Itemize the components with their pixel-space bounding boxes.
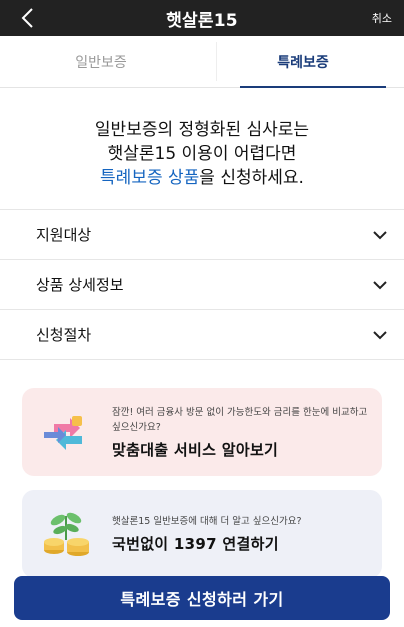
arrows-exchange-icon xyxy=(44,416,82,450)
accordion-label: 신청절차 xyxy=(36,326,92,344)
accordion-application-steps[interactable]: 신청절차 xyxy=(0,310,404,360)
tab-bar: 일반보증 특례보증 xyxy=(0,36,404,88)
cancel-button[interactable]: 취소 xyxy=(372,10,392,26)
match-loan-desc: 잠깐! 여러 금융사 방문 없이 가능한도와 금리를 한눈에 비교하고 싶으신가… xyxy=(112,406,368,433)
intro-text: 일반보증의 정형화된 심사로는 햇살론15 이용이 어렵다면 특례보증 상품을 … xyxy=(0,88,404,210)
call-title: 국번없이 1397 연결하기 xyxy=(112,535,279,553)
coin-plant-icon xyxy=(44,512,89,556)
call-card[interactable]: 햇살론15 일반보증에 대해 더 알고 싶으신가요? 국번없이 1397 연결하… xyxy=(22,490,382,578)
match-loan-card[interactable]: 잠깐! 여러 금융사 방문 없이 가능한도와 금리를 한눈에 비교하고 싶으신가… xyxy=(22,388,382,476)
page-title: 햇살론15 xyxy=(166,10,238,31)
intro-line-3: 특례보증 상품을 신청하세요. xyxy=(0,166,404,190)
match-loan-title: 맞춤대출 서비스 알아보기 xyxy=(112,440,279,459)
special-product-link[interactable]: 특례보증 상품 xyxy=(100,168,199,188)
accordion-label: 상품 상세정보 xyxy=(36,276,124,294)
chevron-left-icon xyxy=(21,8,33,28)
chevron-down-icon xyxy=(373,330,387,339)
back-button[interactable] xyxy=(14,4,40,32)
intro-line-2: 햇살론15 이용이 어렵다면 xyxy=(107,144,297,164)
top-bar: 햇살론15 취소 xyxy=(0,0,404,36)
apply-special-guarantee-button[interactable]: 특례보증 신청하러 가기 xyxy=(14,576,390,620)
chevron-down-icon xyxy=(373,280,387,289)
tab-general-guarantee[interactable]: 일반보증 xyxy=(0,36,202,87)
intro-line-1: 일반보증의 정형화된 심사로는 xyxy=(94,120,310,140)
intro-line-3-rest: 을 신청하세요. xyxy=(199,168,304,188)
tab-special-guarantee[interactable]: 특례보증 xyxy=(202,36,404,88)
accordion-eligibility[interactable]: 지원대상 xyxy=(0,210,404,260)
accordion-product-details[interactable]: 상품 상세정보 xyxy=(0,260,404,310)
chevron-down-icon xyxy=(373,230,387,239)
accordion-label: 지원대상 xyxy=(36,226,92,244)
call-desc: 햇살론15 일반보증에 대해 더 알고 싶으신가요? xyxy=(112,516,302,527)
